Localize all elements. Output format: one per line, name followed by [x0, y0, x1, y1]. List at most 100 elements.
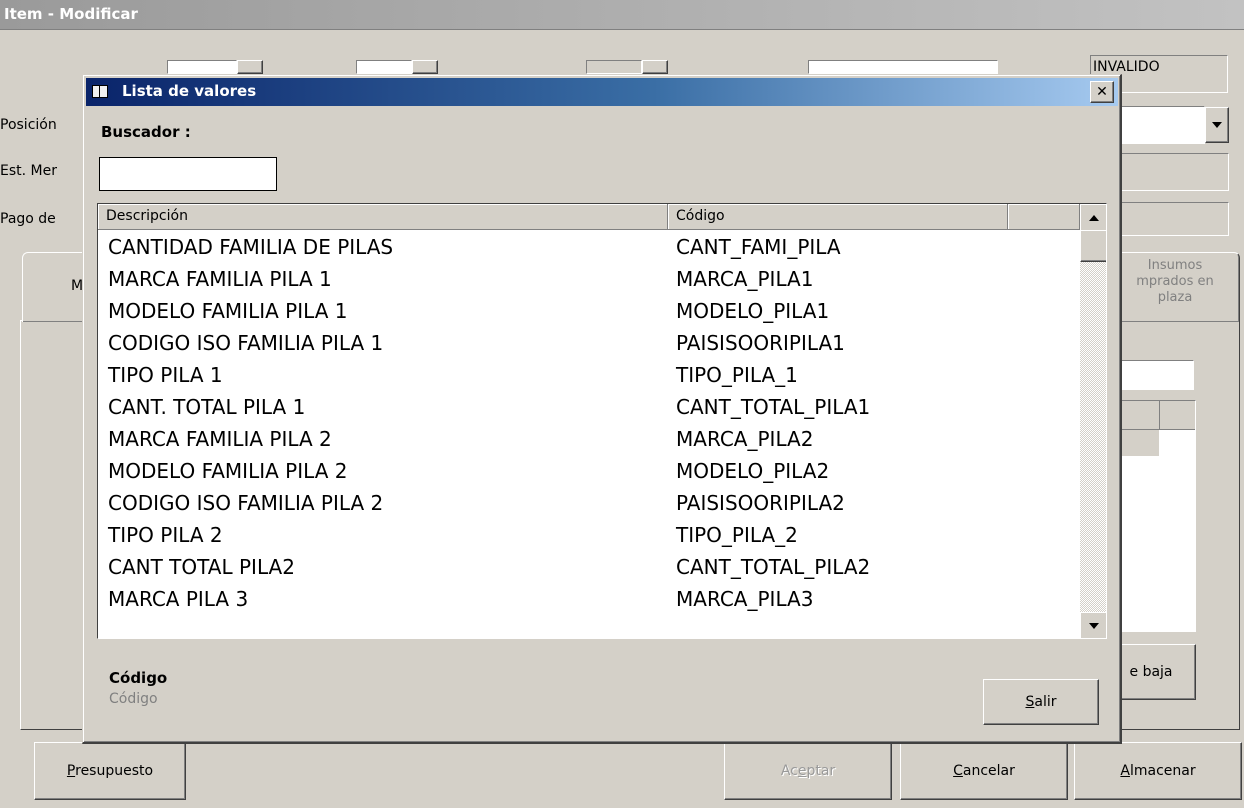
right-grid[interactable] — [1118, 400, 1196, 632]
salir-rest: alir — [1034, 694, 1057, 710]
table-row[interactable]: MARCA PILA 3 MARCA_PILA3 — [98, 583, 1080, 615]
est-mer-label: Est. Mer — [0, 163, 57, 179]
aceptar-label: Aceptar — [781, 763, 835, 779]
aceptar-button[interactable]: Aceptar — [724, 742, 892, 800]
close-button[interactable]: ✕ — [1090, 81, 1114, 103]
row-descripcion: CANT TOTAL PILA2 — [108, 555, 295, 579]
table-row[interactable]: CANT. TOTAL PILA 1 CANT_TOTAL_PILA1 — [98, 391, 1080, 423]
presupuesto-button[interactable]: Presupuesto — [34, 742, 186, 800]
salir-button[interactable]: Salir — [983, 679, 1099, 725]
presupuesto-mnemonic: P — [66, 763, 76, 779]
row-codigo: TIPO_PILA_1 — [676, 363, 798, 387]
almacenar-label: Almacenar — [1120, 763, 1195, 779]
pago-de-label: Pago de — [0, 211, 56, 227]
dialog-titlebar[interactable]: Lista de valores ✕ — [86, 78, 1118, 106]
table-row[interactable]: MODELO FAMILIA PILA 2 MODELO_PILA2 — [98, 455, 1080, 487]
column-header-descripcion-label: Descripción — [106, 208, 188, 224]
row-codigo: PAISISOORIPILA1 — [676, 331, 845, 355]
chevron-up-icon — [1089, 215, 1099, 221]
table-row[interactable]: TIPO PILA 1 TIPO_PILA_1 — [98, 359, 1080, 391]
posicion-dropdown-button[interactable] — [1205, 107, 1229, 143]
cancelar-button[interactable]: Cancelar — [900, 742, 1068, 800]
row-codigo: MODELO_PILA1 — [676, 299, 830, 323]
column-header-codigo[interactable]: Código — [668, 204, 1008, 230]
table-row[interactable]: TIPO PILA 2 TIPO_PILA_2 — [98, 519, 1080, 551]
lista-valores-dialog: Lista de valores ✕ Buscador : Descripció… — [82, 74, 1122, 744]
row-codigo: MODELO_PILA2 — [676, 459, 830, 483]
tab-insumos-line3: plaza — [1157, 290, 1193, 305]
chevron-down-icon — [1089, 623, 1099, 629]
book-icon — [92, 85, 108, 98]
code-field[interactable] — [167, 60, 237, 74]
search-input[interactable] — [99, 157, 277, 191]
row-codigo: MARCA_PILA3 — [676, 587, 814, 611]
pago-de-field[interactable] — [1115, 202, 1229, 236]
right-grid-cell — [1119, 430, 1159, 456]
chevron-down-icon — [1212, 122, 1222, 128]
table-row[interactable]: MARCA FAMILIA PILA 2 MARCA_PILA2 — [98, 423, 1080, 455]
row-descripcion: TIPO PILA 1 — [108, 363, 223, 387]
column-header-codigo-label: Código — [676, 208, 725, 224]
scroll-down-button[interactable] — [1080, 612, 1106, 638]
row-descripcion: MODELO FAMILIA PILA 2 — [108, 459, 348, 483]
table-row[interactable]: CANT TOTAL PILA2 CANT_TOTAL_PILA2 — [98, 551, 1080, 583]
aceptar-pre: Ac — [780, 763, 798, 779]
codigo-field-hint: Código — [109, 691, 158, 707]
values-grid[interactable]: Descripción Código CANTIDAD FAMILIA DE P… — [97, 203, 1107, 639]
tab-insumos-line1: Insumos — [1147, 258, 1203, 273]
cancelar-rest: ancelar — [962, 763, 1015, 779]
close-icon: ✕ — [1096, 84, 1108, 100]
row-descripcion: MARCA FAMILIA PILA 2 — [108, 427, 332, 451]
presupuesto-label: Presupuesto — [67, 763, 153, 779]
status-value: INVALIDO — [1093, 59, 1160, 75]
scroll-thumb[interactable] — [1080, 230, 1106, 262]
flag-lookup-button[interactable] — [412, 60, 438, 74]
table-row[interactable]: MODELO FAMILIA PILA 1 MODELO_PILA1 — [98, 295, 1080, 327]
row-codigo: CANT_TOTAL_PILA2 — [676, 555, 871, 579]
almacenar-button[interactable]: Almacenar — [1074, 742, 1242, 800]
row-codigo: TIPO_PILA_2 — [676, 523, 798, 547]
tab-insumos-line2: mprados en — [1136, 274, 1214, 289]
table-row[interactable]: CODIGO ISO FAMILIA PILA 2 PAISISOORIPILA2 — [98, 487, 1080, 519]
table-row[interactable]: CANTIDAD FAMILIA DE PILAS CANT_FAMI_PILA — [98, 231, 1080, 263]
cancelar-label: Cancelar — [953, 763, 1015, 779]
scroll-up-button[interactable] — [1080, 204, 1106, 232]
small-lookup-button[interactable] — [642, 60, 668, 74]
vertical-scrollbar[interactable] — [1080, 204, 1106, 638]
code-lookup-button[interactable] — [237, 60, 263, 74]
cancelar-mnemonic: C — [953, 763, 963, 779]
almacenar-rest: lmacenar — [1129, 763, 1196, 779]
grid-body: CANTIDAD FAMILIA DE PILAS CANT_FAMI_PILA M… — [98, 231, 1080, 638]
right-input[interactable] — [1118, 360, 1194, 390]
row-descripcion: MARCA FAMILIA PILA 1 — [108, 267, 332, 291]
est-mer-field[interactable] — [1115, 153, 1229, 191]
window-title: Item - Modificar — [4, 5, 138, 23]
window-titlebar[interactable]: Item - Modificar — [0, 0, 1244, 30]
row-codigo: CANT_FAMI_PILA — [676, 235, 841, 259]
table-row[interactable]: MARCA FAMILIA PILA 1 MARCA_PILA1 — [98, 263, 1080, 295]
aceptar-post: ptar — [806, 763, 836, 779]
row-descripcion: CANT. TOTAL PILA 1 — [108, 395, 306, 419]
presupuesto-rest: resupuesto — [75, 763, 154, 779]
row-descripcion: MARCA PILA 3 — [108, 587, 249, 611]
posicion-label: Posición — [0, 117, 57, 133]
column-header-blank[interactable] — [1008, 204, 1080, 230]
small-field[interactable] — [586, 60, 642, 74]
row-descripcion: CODIGO ISO FAMILIA PILA 2 — [108, 491, 384, 515]
right-grid-header — [1119, 401, 1195, 430]
description-field[interactable] — [808, 60, 998, 74]
row-codigo: PAISISOORIPILA2 — [676, 491, 845, 515]
column-header-descripcion[interactable]: Descripción — [98, 204, 668, 230]
flag-field[interactable] — [356, 60, 412, 74]
row-descripcion: CODIGO ISO FAMILIA PILA 1 — [108, 331, 384, 355]
almacenar-mnemonic: A — [1120, 763, 1130, 779]
buscador-label: Buscador : — [101, 123, 191, 141]
table-row[interactable]: CODIGO ISO FAMILIA PILA 1 PAISISOORIPILA1 — [98, 327, 1080, 359]
row-descripcion: CANTIDAD FAMILIA DE PILAS — [108, 235, 394, 259]
codigo-field-label: Código — [109, 669, 168, 687]
row-descripcion: TIPO PILA 2 — [108, 523, 223, 547]
row-codigo: MARCA_PILA1 — [676, 267, 814, 291]
tab-insumos[interactable]: Insumos mprados en plaza — [1110, 252, 1240, 322]
row-codigo: CANT_TOTAL_PILA1 — [676, 395, 871, 419]
posicion-select[interactable] — [1115, 106, 1205, 144]
